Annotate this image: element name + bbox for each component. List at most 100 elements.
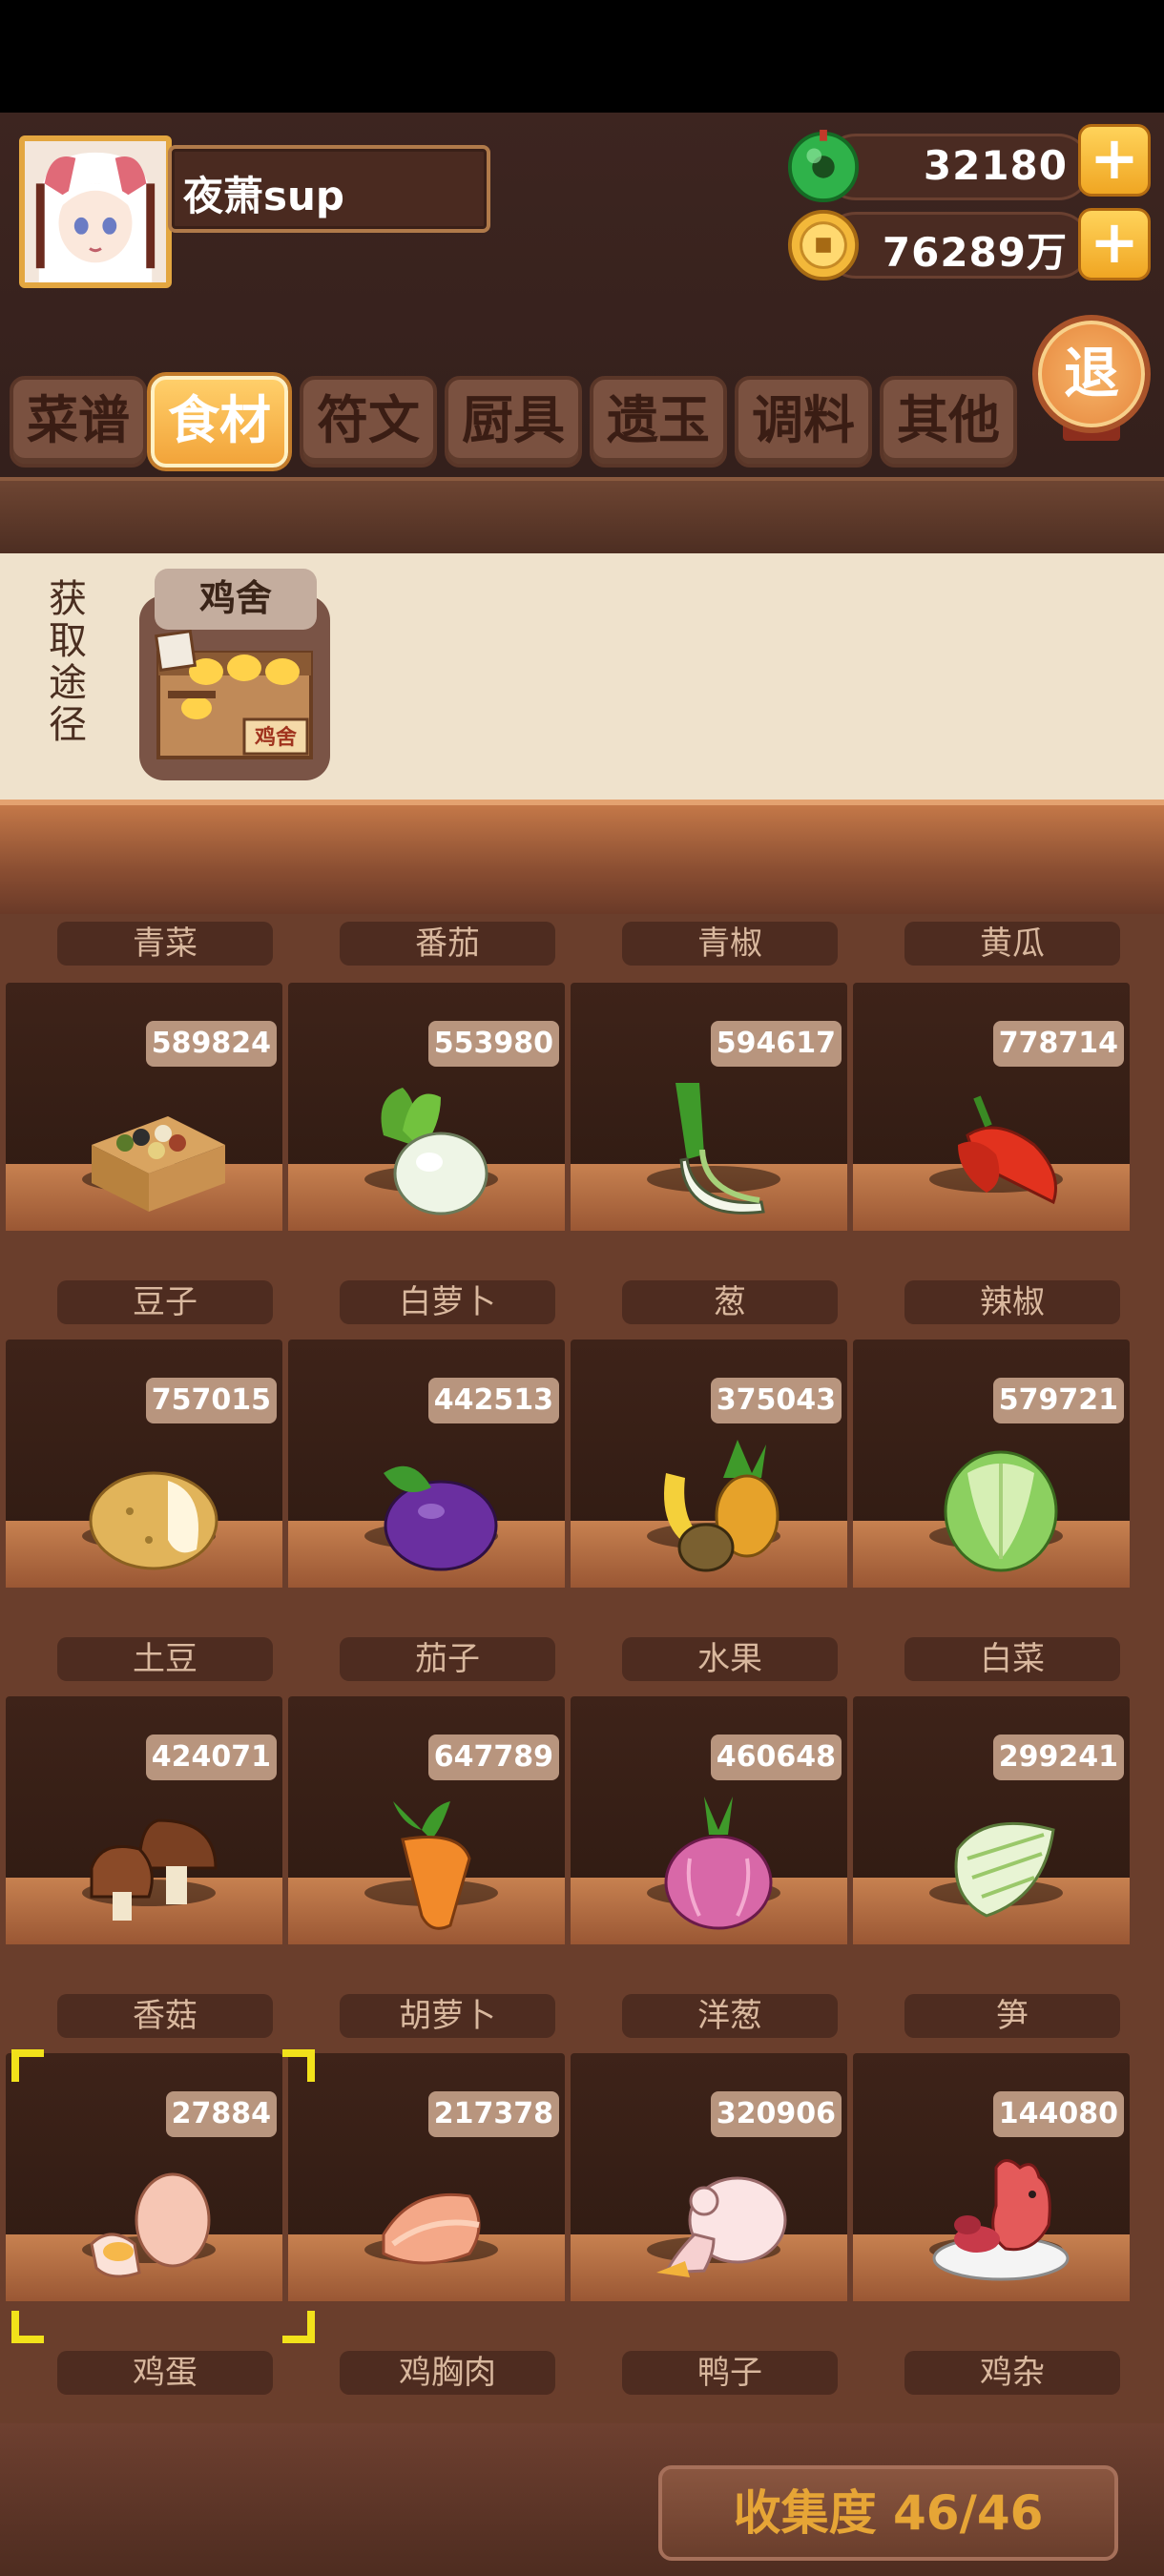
cabbage-icon [929,1435,1072,1578]
player-name: 夜萧sup [183,173,344,219]
selection-corner [11,2311,44,2343]
selection-corner [282,2311,315,2343]
item-cell-chicken-breast[interactable]: 217378 鸡胸肉 [288,2053,565,2395]
item-cell-onion[interactable]: 460648 洋葱 [571,1696,847,2038]
item-label: 笋 [904,1994,1120,2038]
gold-currency-bar: 76289万 [822,212,1091,279]
item-label: 辣椒 [904,1280,1120,1324]
tab-relic-jade[interactable]: 遗玉 [590,376,727,467]
add-jade-button[interactable]: + [1078,124,1151,197]
item-label: 香菇 [57,1994,273,2038]
jade-currency-bar: 32180 [822,134,1091,200]
item-count: 299241 [992,1735,1124,1780]
item-label: 鸡杂 [904,2351,1120,2395]
item-label: 水果 [622,1637,838,1681]
item-label: 茄子 [340,1637,555,1681]
carrot-icon [364,1792,508,1935]
onion-icon [647,1792,790,1935]
item-count: 27884 [165,2091,277,2137]
item-cell-mushroom[interactable]: 424071 香菇 [6,1696,282,2038]
item-cell-beans[interactable]: 589824 豆子 [6,983,282,1324]
exit-button[interactable]: 退 [1032,315,1151,433]
collection-progress: 收集度 46/46 [658,2465,1118,2561]
top-row-labels: 青菜 番茄 青椒 黄瓜 [0,922,1164,969]
item-cell-eggplant[interactable]: 442513 茄子 [288,1340,565,1681]
player-name-box: 夜萧sup [168,145,490,233]
item-cell-duck[interactable]: 320906 鸭子 [571,2053,847,2395]
item-count: 589824 [145,1021,277,1067]
status-bar [0,0,1164,113]
category-tabs: 菜谱 食材 符文 厨具 遗玉 调料 其他 [10,376,1021,467]
item-cell-potato[interactable]: 757015 土豆 [6,1340,282,1681]
item-cell-white-radish[interactable]: 553980 白萝卜 [288,983,565,1324]
item-cell-egg[interactable]: 27884 鸡蛋 [6,2053,282,2395]
beans-box-icon [82,1078,225,1221]
tab-utensils[interactable]: 厨具 [445,376,582,467]
selection-corner [282,2049,315,2082]
item-count: 442513 [427,1378,559,1423]
mushroom-icon [82,1792,225,1935]
item-label: 鸭子 [622,2351,838,2395]
item-count: 320906 [710,2091,842,2137]
scallion-icon [647,1078,790,1221]
tab-runes[interactable]: 符文 [300,376,437,467]
item-label: 黄瓜 [904,922,1120,966]
item-count: 553980 [427,1021,559,1067]
white-radish-icon [364,1078,508,1221]
item-label: 鸡蛋 [57,2351,273,2395]
item-cell-scallion[interactable]: 594617 葱 [571,983,847,1324]
tab-seasonings[interactable]: 调料 [735,376,872,467]
item-label: 鸡胸肉 [340,2351,555,2395]
jade-coin-icon [786,130,861,204]
item-cell-carrot[interactable]: 647789 胡萝卜 [288,1696,565,2038]
item-label: 豆子 [57,1280,273,1324]
duck-icon [647,2149,790,2292]
item-cell-bamboo-shoot[interactable]: 299241 笋 [853,1696,1130,2038]
player-avatar[interactable] [19,135,172,288]
tab-others[interactable]: 其他 [880,376,1017,467]
bamboo-shoot-icon [929,1792,1072,1935]
gold-amount: 76289万 [882,229,1068,276]
item-label: 白萝卜 [340,1280,555,1324]
item-cell-fruit[interactable]: 375043 水果 [571,1340,847,1681]
collection-text: 收集度 46/46 [733,2485,1044,2541]
item-label: 白菜 [904,1637,1120,1681]
item-count: 144080 [992,2091,1124,2137]
shelf-rail [0,477,1164,553]
chicken-coop-label: 鸡舍 [155,569,317,630]
item-label: 土豆 [57,1637,273,1681]
acquisition-title: 获取途径 [49,577,87,747]
item-count: 460648 [710,1735,842,1780]
item-cell-chili[interactable]: 778714 辣椒 [853,983,1130,1324]
shelf-header [0,800,1164,914]
add-gold-button[interactable]: + [1078,208,1151,280]
item-label: 洋葱 [622,1994,838,2038]
item-cell-chicken-offal[interactable]: 144080 鸡杂 [853,2053,1130,2395]
item-count: 647789 [427,1735,559,1780]
item-label: 青菜 [57,922,273,966]
item-count: 594617 [710,1021,842,1067]
item-label: 番茄 [340,922,555,966]
chicken-breast-icon [364,2149,508,2292]
svg-text:鸡舍: 鸡舍 [254,725,298,750]
item-cell-cabbage[interactable]: 579721 白菜 [853,1340,1130,1681]
chili-icon [929,1078,1072,1221]
item-count: 757015 [145,1378,277,1423]
item-label: 胡萝卜 [340,1994,555,2038]
tab-recipes[interactable]: 菜谱 [10,376,147,467]
eggplant-icon [364,1435,508,1578]
item-count: 424071 [145,1735,277,1780]
tab-ingredients[interactable]: 食材 [151,376,288,467]
avatar-portrait-icon [25,141,166,282]
item-count: 375043 [710,1378,842,1423]
item-label: 青椒 [622,922,838,966]
item-label: 葱 [622,1280,838,1324]
fruit-icon [647,1435,790,1578]
item-count: 217378 [427,2091,559,2137]
jade-amount: 32180 [923,142,1068,189]
item-count: 778714 [992,1021,1124,1067]
selection-corner [11,2049,44,2082]
item-count: 579721 [992,1378,1124,1423]
gold-coin-icon [786,208,861,282]
chicken-offal-icon [929,2149,1072,2292]
